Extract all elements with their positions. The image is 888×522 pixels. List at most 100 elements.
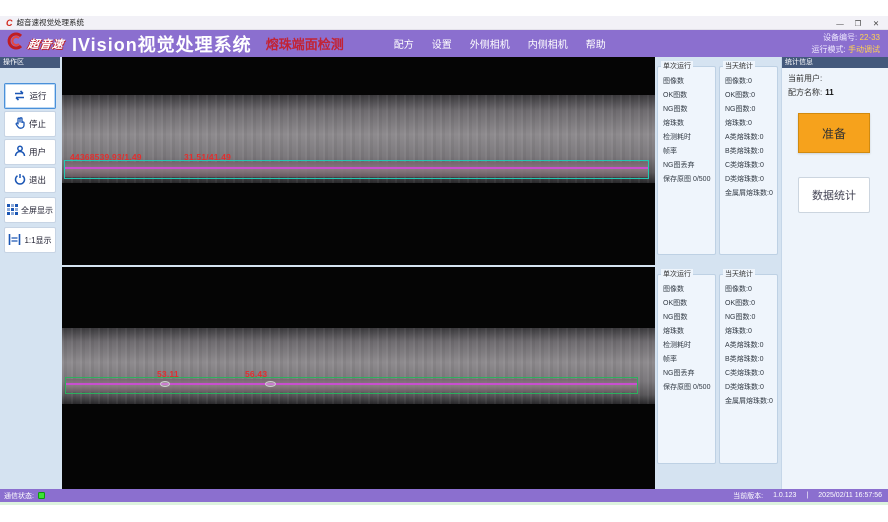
main-area: 操作区 运行 停止 用户 退出 全屏显示: [0, 57, 888, 489]
stat-row: OK图数:0: [725, 298, 775, 308]
app-subtitle: 熔珠端面检测: [266, 34, 344, 53]
measurement-annotation: 56.43: [245, 369, 267, 379]
stat-row: 熔珠数:0: [725, 118, 775, 128]
fullscreen-button[interactable]: 全屏显示: [4, 197, 56, 223]
group-title: 单次运行: [661, 61, 693, 71]
seam-center-line: [65, 167, 648, 169]
stat-row: B类熔珠数:0: [725, 354, 775, 364]
menu-item-outer-camera[interactable]: 外侧相机: [470, 36, 510, 51]
stat-row: 保存原图 0/500: [663, 382, 713, 392]
app-header: 超音速 IVision视觉处理系统 熔珠端面检测 配方 设置 外侧相机 内侧相机…: [0, 30, 888, 57]
group-title: 当天统计: [723, 61, 755, 71]
close-button[interactable]: ✕: [868, 17, 884, 29]
stat-row: 熔珠数:0: [725, 326, 775, 336]
os-title-bar: C 超音速视觉处理系统 — ❐ ✕: [0, 16, 888, 30]
stat-row: NG图数:0: [725, 104, 775, 114]
user-icon: [14, 145, 26, 159]
defect-marker: [160, 381, 170, 387]
seam-bounding-box: [64, 160, 649, 179]
one-to-one-icon: [8, 234, 21, 247]
stat-row: 帧率: [663, 354, 713, 364]
recipe-name-row: 配方名称:11: [788, 87, 834, 98]
measurement-annotation: 53.11: [157, 369, 179, 379]
sidebar-title: 操作区: [0, 57, 60, 68]
single-run-stats-panel-1: 单次运行 图像数 OK图数 NG图数 熔珠数 检测耗时 帧率 NG图丢弃 保存原…: [657, 66, 716, 255]
comm-status-label: 通信状态:: [4, 491, 34, 501]
stat-row: C类熔珠数:0: [725, 160, 775, 170]
window-title: 超音速视觉处理系统: [17, 17, 85, 28]
menu-item-inner-camera[interactable]: 内侧相机: [528, 36, 568, 51]
stat-row: 图像数: [663, 284, 713, 294]
menu-item-recipe[interactable]: 配方: [394, 36, 414, 51]
today-stats-panel-2: 当天统计 图像数:0 OK图数:0 NG图数:0 熔珠数:0 A类熔珠数:0 B…: [719, 274, 778, 464]
stop-button[interactable]: 停止: [4, 111, 56, 137]
run-button[interactable]: 运行: [4, 83, 56, 109]
version-value: 1.0.123: [773, 492, 796, 499]
prepare-button[interactable]: 准备: [798, 113, 870, 153]
single-run-stats-panel-2: 单次运行 图像数 OK图数 NG图数 熔珠数 检测耗时 帧率 NG图丢弃 保存原…: [657, 274, 716, 464]
status-bar: 通信状态: 当前版本: 1.0.123 | 2025/02/11 16:57:5…: [0, 489, 888, 502]
one-to-one-button[interactable]: 1:1显示: [4, 227, 56, 253]
stat-row: NG图数: [663, 312, 713, 322]
statistics-info-panel: 统计信息 当前用户: 配方名称:11 准备 数据统计: [781, 57, 888, 489]
stat-row: 图像数:0: [725, 76, 775, 86]
stat-row: OK图数: [663, 90, 713, 100]
operation-sidebar: 操作区 运行 停止 用户 退出 全屏显示: [0, 57, 60, 489]
run-icon: [13, 90, 26, 103]
seam-bounding-box: [65, 377, 638, 394]
stat-row: 金属屑熔珠数:0: [725, 188, 775, 198]
stat-row: D类熔珠数:0: [725, 382, 775, 392]
stat-row: OK图数:0: [725, 90, 775, 100]
stat-row: B类熔珠数:0: [725, 146, 775, 156]
seam-center-line: [66, 383, 637, 385]
user-button[interactable]: 用户: [4, 139, 56, 165]
info-panel-title: 统计信息: [782, 57, 888, 68]
application-window: C 超音速视觉处理系统 — ❐ ✕ 超音速 IVision视觉处理系统 熔珠端面…: [0, 0, 888, 522]
stat-row: 熔珠数: [663, 326, 713, 336]
stat-row: NG图数: [663, 104, 713, 114]
camera-view-outer: 44368539.93/1.49 31.51/41.49: [62, 57, 655, 265]
stat-row: C类熔珠数:0: [725, 368, 775, 378]
measurement-annotation: 44368539.93/1.49: [70, 152, 142, 162]
menu-item-help[interactable]: 帮助: [586, 36, 606, 51]
datetime: 2025/02/11 16:57:56: [818, 492, 882, 499]
defect-marker: [265, 381, 276, 387]
camera-view-inner: 53.11 56.43: [62, 267, 655, 489]
menu-item-settings[interactable]: 设置: [432, 36, 452, 51]
stat-row: NG图数:0: [725, 312, 775, 322]
run-mode: 运行模式: 手动调试: [812, 44, 880, 56]
today-stats-panel-1: 当天统计 图像数:0 OK图数:0 NG图数:0 熔珠数:0 A类熔珠数:0 B…: [719, 66, 778, 255]
brand-swirl-icon: [6, 31, 26, 56]
stat-row: 保存原图 0/500: [663, 174, 713, 184]
minimize-button[interactable]: —: [832, 17, 848, 29]
stat-row: A类熔珠数:0: [725, 340, 775, 350]
stop-hand-icon: [14, 117, 26, 131]
app-title: IVision视觉处理系统: [72, 31, 252, 57]
comm-status-led: [38, 492, 45, 499]
group-title: 单次运行: [661, 269, 693, 279]
stat-row: OK图数: [663, 298, 713, 308]
app-logo-icon: C: [6, 18, 13, 28]
maximize-button[interactable]: ❐: [850, 17, 866, 29]
main-menu: 配方 设置 外侧相机 内侧相机 帮助: [394, 36, 606, 51]
stat-row: NG图丢弃: [663, 160, 713, 170]
measurement-annotation: 31.51/41.49: [184, 152, 231, 162]
device-number: 设备编号: 22-33: [812, 32, 880, 44]
brand-name: 超音速: [27, 36, 65, 52]
stat-row: 金属屑熔珠数:0: [725, 396, 775, 406]
stat-row: 检测耗时: [663, 340, 713, 350]
data-statistics-button[interactable]: 数据统计: [798, 177, 870, 213]
stat-row: A类熔珠数:0: [725, 132, 775, 142]
stat-row: 帧率: [663, 146, 713, 156]
separator: |: [806, 492, 808, 499]
stat-row: 图像数:0: [725, 284, 775, 294]
stat-row: D类熔珠数:0: [725, 174, 775, 184]
exit-button[interactable]: 退出: [4, 167, 56, 193]
version-label: 当前版本:: [733, 491, 763, 501]
stat-row: 熔珠数: [663, 118, 713, 128]
current-user-row: 当前用户:: [788, 73, 825, 84]
stat-row: NG图丢弃: [663, 368, 713, 378]
power-icon: [14, 173, 26, 187]
stat-row: 检测耗时: [663, 132, 713, 142]
stat-row: 图像数: [663, 76, 713, 86]
